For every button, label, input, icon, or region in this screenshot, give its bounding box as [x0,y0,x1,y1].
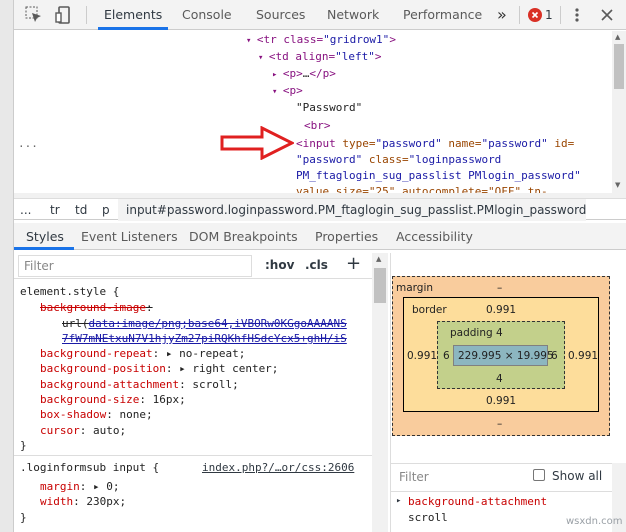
rule-close-brace: } [20,511,27,524]
breadcrumb-ellipsis[interactable]: ... [20,199,31,221]
dom-line-p-open[interactable]: ▾ <p> [272,82,303,99]
tab-console[interactable]: Console [182,0,232,30]
breadcrumb-tr[interactable]: tr [50,199,60,221]
tab-properties[interactable]: Properties [315,223,378,250]
rule-divider [14,455,372,456]
error-circle-icon[interactable] [528,8,542,22]
rule-source-link[interactable]: index.php?/…or/css:2606 [202,460,354,476]
new-rule-button[interactable]: + [346,253,361,274]
margin-bottom-value[interactable]: – [497,418,502,430]
more-tabs-button[interactable]: » [497,0,507,30]
node-ellipsis-button[interactable]: ... [18,135,38,152]
breadcrumb-p[interactable]: p [102,199,110,221]
cursor-select-icon[interactable] [24,5,44,25]
border-bottom-value[interactable]: 0.991 [486,395,516,407]
styles-filter-input[interactable]: Filter [18,255,252,277]
content-size-value[interactable]: 229.995 × 19.995 [458,350,554,362]
style-decl[interactable]: background-repeat: ▸ no-repeat; [40,346,245,362]
close-icon[interactable] [600,8,614,22]
tab-styles[interactable]: Styles [26,223,64,250]
margin-top-value[interactable]: – [497,282,502,294]
padding-bottom-value[interactable]: 4 [496,373,503,385]
margin-label: margin [396,282,434,294]
breadcrumb-input[interactable]: input#password.loginpassword.PM_ftaglogi… [118,199,586,221]
tab-dom-breakpoints[interactable]: DOM Breakpoints [189,223,298,250]
scroll-down-arrow-icon[interactable]: ▼ [615,181,620,189]
dom-line-td[interactable]: ▾ <td align="left"> [258,48,381,65]
tab-elements[interactable]: Elements [104,0,162,30]
style-decl[interactable]: cursor: auto; [40,423,126,439]
left-edge-strip [0,0,14,532]
scroll-up-arrow-icon[interactable]: ▲ [615,33,620,41]
rule-close-brace: } [20,439,27,452]
dom-scroll-thumb[interactable] [614,44,624,89]
dom-line-input-3[interactable]: PM_ftaglogin_sug_passlist PMlogin_passwo… [296,167,581,184]
active-tab-underline [98,27,168,30]
cls-toggle-button[interactable]: .cls [305,258,328,272]
expand-arrow-icon[interactable]: ▸ [396,496,401,506]
tab-event-listeners[interactable]: Event Listeners [81,223,178,250]
kebab-menu-icon[interactable] [572,7,582,23]
watermark-text: wsxdn.com [566,516,623,527]
device-toggle-icon[interactable] [54,5,74,25]
border-label: border [412,304,447,316]
tab-accessibility[interactable]: Accessibility [396,223,473,250]
hov-toggle-button[interactable]: :hov [265,258,294,272]
computed-prop-value: scroll [408,511,448,524]
dom-line-input-2[interactable]: "password" class="loginpassword [296,151,501,168]
scroll-up-arrow-icon[interactable]: ▲ [376,255,381,263]
tab-performance[interactable]: Performance [403,0,482,30]
tab-network[interactable]: Network [327,0,379,30]
padding-left-value[interactable]: 6 [443,350,450,362]
toolbar-divider [519,6,520,24]
dom-line-p-collapsed[interactable]: ▸ <p>…</p> [272,65,336,82]
style-decl[interactable]: 7fW7mNEtxuN7V1hjyZm27piRQKhfHSdcYcx5+ghH… [62,331,372,347]
style-decl[interactable]: background-image: [40,300,153,316]
dom-line-input-1[interactable]: <input type="password" name="password" i… [296,135,574,152]
element-style-selector: element.style { [20,285,120,298]
padding-label: padding [450,327,493,339]
dom-line-tr[interactable]: ▾ <tr class="gridrow1"> [246,31,396,48]
show-all-label: Show all [552,469,603,483]
error-count[interactable]: 1 [545,8,553,22]
style-decl[interactable]: background-attachment: scroll; [40,377,239,393]
computed-divider [390,491,612,492]
styles-scroll-thumb[interactable] [374,268,386,303]
style-decl[interactable]: box-shadow: none; [40,407,153,423]
toolbar-divider [86,6,87,24]
breadcrumb-td[interactable]: td [75,199,87,221]
dom-line-text[interactable]: "Password" [296,99,362,116]
toolbar-divider [560,6,561,24]
dom-tree[interactable]: ▾ <tr class="gridrow1"> ▾ <td align="lef… [14,31,612,193]
computed-filter-input[interactable]: Filter [399,470,429,484]
border-top-value[interactable]: 0.991 [486,304,516,316]
show-all-checkbox[interactable] [533,469,545,481]
border-left-value[interactable]: 0.991 [407,350,437,362]
dom-line-input-4[interactable]: value size="25" autocomplete="OFF" tn- [296,183,548,193]
dom-line-br[interactable]: <br> [304,117,331,134]
padding-top-value[interactable]: 4 [496,327,503,339]
red-arrow-annotation [220,125,296,163]
style-decl[interactable]: margin: ▸ 0; [40,479,120,495]
style-decl[interactable]: url(data:image/png;base64,iVBORw0KGgoAAA… [62,316,372,332]
style-decl[interactable]: background-position: ▸ right center; [40,361,278,377]
tab-sources[interactable]: Sources [256,0,305,30]
loginformsub-selector: .loginformsub input { [20,461,160,474]
border-right-value[interactable]: 0.991 [568,350,598,362]
computed-prop-name[interactable]: background-attachment [408,495,547,508]
style-decl[interactable]: background-size: 16px; [40,392,186,408]
style-decl[interactable]: width: 230px; [40,494,126,510]
active-subtab-underline [14,247,74,250]
